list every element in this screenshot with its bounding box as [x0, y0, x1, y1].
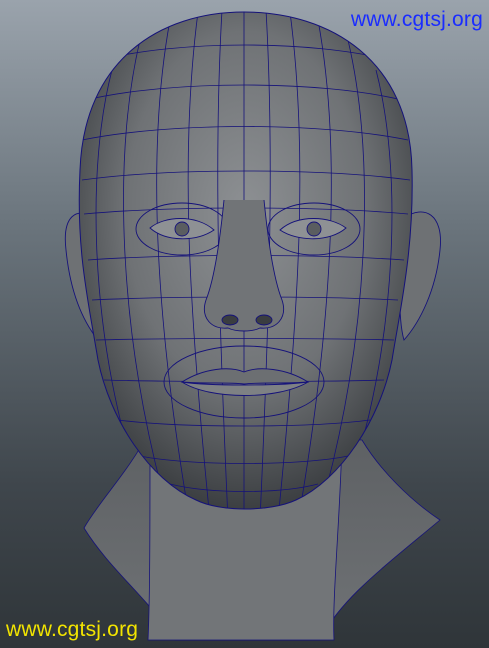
- head-model[interactable]: [0, 0, 489, 648]
- 3d-viewport[interactable]: www.cgtsj.org www.cgtsj.org: [0, 0, 489, 648]
- watermark-bottom-left: www.cgtsj.org: [6, 618, 139, 641]
- watermark-top-right: www.cgtsj.org: [350, 8, 483, 31]
